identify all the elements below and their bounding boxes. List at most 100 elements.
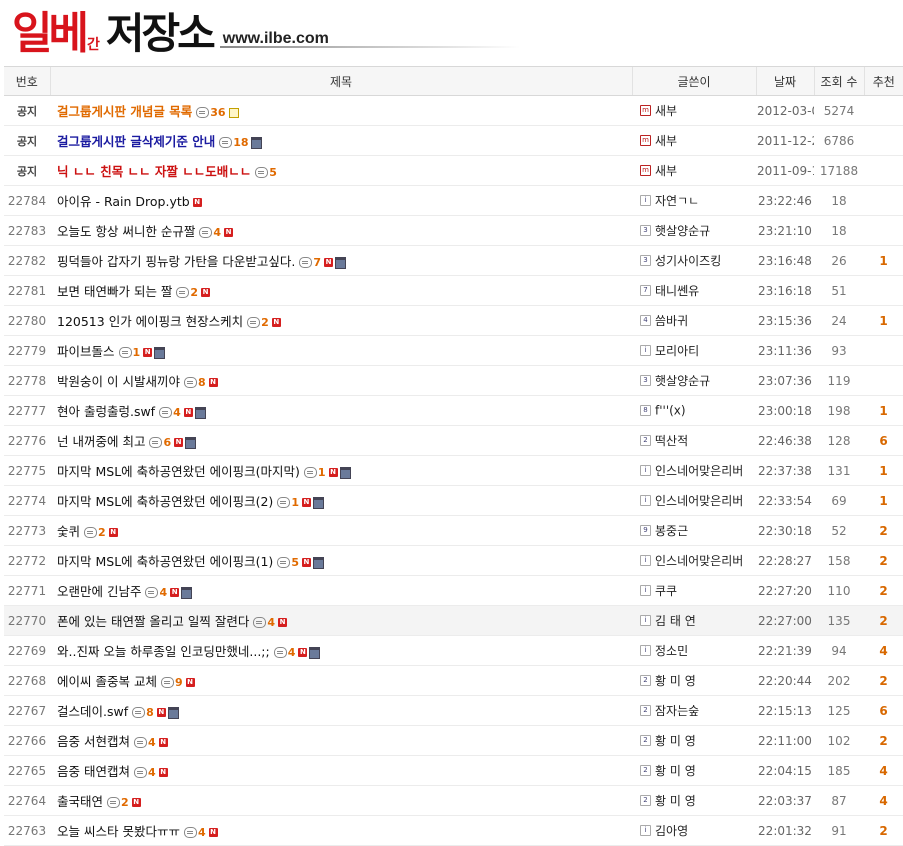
post-title-link[interactable]: 오늘도 항상 써니한 순규짤 [57, 224, 195, 239]
column-header-author[interactable]: 글쓴이 [631, 66, 756, 96]
comment-count[interactable]: 8 [146, 706, 154, 719]
comment-count[interactable]: 2 [261, 316, 269, 329]
author-name[interactable]: 모리아티 [655, 344, 699, 358]
comment-count[interactable]: 2 [190, 286, 198, 299]
member-level-icon: m [640, 105, 651, 116]
author-name[interactable]: 황 미 영 [655, 794, 696, 808]
site-header: 일베 간 저장소 www.ilbe.com [0, 0, 903, 62]
author-name[interactable]: 새부 [655, 104, 677, 118]
comment-count[interactable]: 4 [213, 226, 221, 239]
post-title-link[interactable]: 마지막 MSL에 축하공연왔던 에이핑크(마지막) [57, 464, 300, 479]
comment-count[interactable]: 4 [198, 826, 206, 839]
comment-count[interactable]: 5 [269, 166, 277, 179]
comment-count[interactable]: 8 [198, 376, 206, 389]
author-name[interactable]: 황 미 영 [655, 734, 696, 748]
logo-small: 간 [86, 37, 100, 53]
author-name[interactable]: f'''(x) [655, 404, 686, 418]
comment-icon [299, 257, 313, 268]
post-subject-cell: 폰에 있는 태연짤 올리고 일찍 잘련다 4 N [50, 605, 632, 636]
post-author-cell: i 자연ㄱㄴ [632, 185, 756, 216]
post-title-link[interactable]: 에이씨 졸중복 교체 [57, 674, 157, 689]
new-post-icon: N [298, 648, 308, 657]
member-level-icon: i [640, 615, 651, 626]
post-title-link[interactable]: 출국태연 [57, 794, 103, 809]
post-title-link[interactable]: 보면 태연빠가 되는 짤 [57, 284, 172, 299]
post-title-link[interactable]: 걸스데이.swf [57, 704, 128, 719]
comment-count[interactable]: 4 [148, 736, 156, 749]
post-title-link[interactable]: 숯퀴 [57, 524, 80, 539]
post-author-cell: i 인스네어맞은리버 [632, 545, 756, 576]
author-name[interactable]: 태니쎈유 [655, 284, 699, 298]
comment-count[interactable]: 18 [233, 136, 248, 149]
post-title-link[interactable]: 오늘 씨스타 못봤다ㅠㅠ [57, 824, 180, 839]
comment-count[interactable]: 9 [175, 676, 183, 689]
post-title-link[interactable]: 핑덕들아 갑자기 핑뉴랑 가탄을 다운받고싶다. [57, 254, 295, 269]
author-name[interactable]: 떡산적 [655, 434, 688, 448]
author-name[interactable]: 성기사이즈킹 [655, 254, 721, 268]
site-logo[interactable]: 일베 간 저장소 www.ilbe.com [12, 2, 329, 60]
comment-count[interactable]: 6 [163, 436, 171, 449]
recommend-count: 2 [864, 665, 903, 696]
author-name[interactable]: 햇살양순규 [655, 374, 710, 388]
post-title-link[interactable]: 오랜만에 긴남주 [57, 584, 141, 599]
author-name[interactable]: 인스네어맞은리버 [655, 554, 743, 568]
post-title-link[interactable]: 와..진짜 오늘 하루종일 인코딩만했네...;; [57, 644, 270, 659]
post-title-link[interactable]: 마지막 MSL에 축하공연왔던 에이핑크(2) [57, 494, 273, 509]
comment-count[interactable]: 5 [291, 556, 299, 569]
post-title-link[interactable]: 120513 인가 에이핑크 현장스케치 [57, 314, 243, 329]
post-title-link[interactable]: 폰에 있는 태연짤 올리고 일찍 잘련다 [57, 614, 249, 629]
table-row: 22768 에이씨 졸중복 교체 9 N 2 황 미 영 22:20:44 202 2 [4, 665, 903, 696]
recommend-count: 4 [864, 785, 903, 816]
post-date: 22:37:38 [756, 455, 814, 486]
author-name[interactable]: 자연ㄱㄴ [655, 194, 699, 208]
comment-count[interactable]: 1 [318, 466, 326, 479]
post-number: 22782 [4, 245, 50, 276]
column-header-date[interactable]: 날짜 [755, 66, 814, 96]
table-row: 22770 폰에 있는 태연짤 올리고 일찍 잘련다 4 Ni 김 태 연 22:27:0… [4, 605, 903, 636]
author-name[interactable]: 햇살양순규 [655, 224, 710, 238]
comment-count[interactable]: 2 [98, 526, 106, 539]
comment-count[interactable]: 7 [313, 256, 321, 269]
comment-count[interactable]: 4 [159, 586, 167, 599]
post-title-link[interactable]: 음중 태연캡쳐 [57, 764, 130, 779]
post-title-link[interactable]: 마지막 MSL에 축하공연왔던 에이핑크(1) [57, 554, 273, 569]
post-date: 23:22:46 [756, 185, 814, 216]
author-name[interactable]: 잠자는숲 [655, 704, 699, 718]
author-name[interactable]: 황 미 영 [655, 764, 696, 778]
comment-count[interactable]: 4 [148, 766, 156, 779]
author-name[interactable]: 인스네어맞은리버 [655, 494, 743, 508]
author-name[interactable]: 김아영 [655, 824, 688, 838]
member-level-icon: i [640, 585, 651, 596]
recommend-count: 2 [864, 515, 903, 546]
author-name[interactable]: 황 미 영 [655, 674, 696, 688]
comment-count[interactable]: 4 [267, 616, 275, 629]
post-title-link[interactable]: 박원숭이 이 시발새끼야 [57, 374, 180, 389]
comment-count[interactable]: 1 [291, 496, 299, 509]
post-title-link[interactable]: 음중 서현캡쳐 [57, 734, 130, 749]
post-title-link[interactable]: 현아 출렁출렁.swf [57, 404, 155, 419]
comment-count[interactable]: 4 [288, 646, 296, 659]
post-title-link[interactable]: 아이유 - Rain Drop.ytb [57, 194, 190, 209]
post-title-link[interactable]: 걸그룹게시판 글삭제기준 안내 [57, 134, 215, 149]
comment-count[interactable]: 2 [121, 796, 129, 809]
comment-count[interactable]: 36 [210, 106, 225, 119]
column-header-views[interactable]: 조회 수 [813, 66, 864, 96]
author-name[interactable]: 인스네어맞은리버 [655, 464, 743, 478]
post-author-cell: i 모리아티 [632, 335, 756, 366]
post-title-link[interactable]: 닉 ㄴㄴ 친목 ㄴㄴ 자짤 ㄴㄴ도배ㄴㄴ [57, 164, 251, 179]
author-name[interactable]: 새부 [655, 164, 677, 178]
post-title-link[interactable]: 걸그룹게시판 개념글 목록 [57, 104, 192, 119]
column-header-recommend[interactable]: 추천 [863, 66, 903, 96]
author-name[interactable]: 쿠쿠 [655, 584, 677, 598]
comment-count[interactable]: 4 [173, 406, 181, 419]
author-name[interactable]: 새부 [655, 134, 677, 148]
author-name[interactable]: 봉중근 [655, 524, 688, 538]
post-date: 23:00:18 [756, 395, 814, 426]
comment-count[interactable]: 1 [133, 346, 141, 359]
author-name[interactable]: 김 태 연 [655, 614, 696, 628]
author-name[interactable]: 정소민 [655, 644, 688, 658]
post-title-link[interactable]: 파이브돌스 [57, 344, 115, 359]
author-name[interactable]: 씀바귀 [655, 314, 688, 328]
post-title-link[interactable]: 넌 내꺼중에 최고 [57, 434, 145, 449]
new-post-icon: N [271, 318, 281, 327]
